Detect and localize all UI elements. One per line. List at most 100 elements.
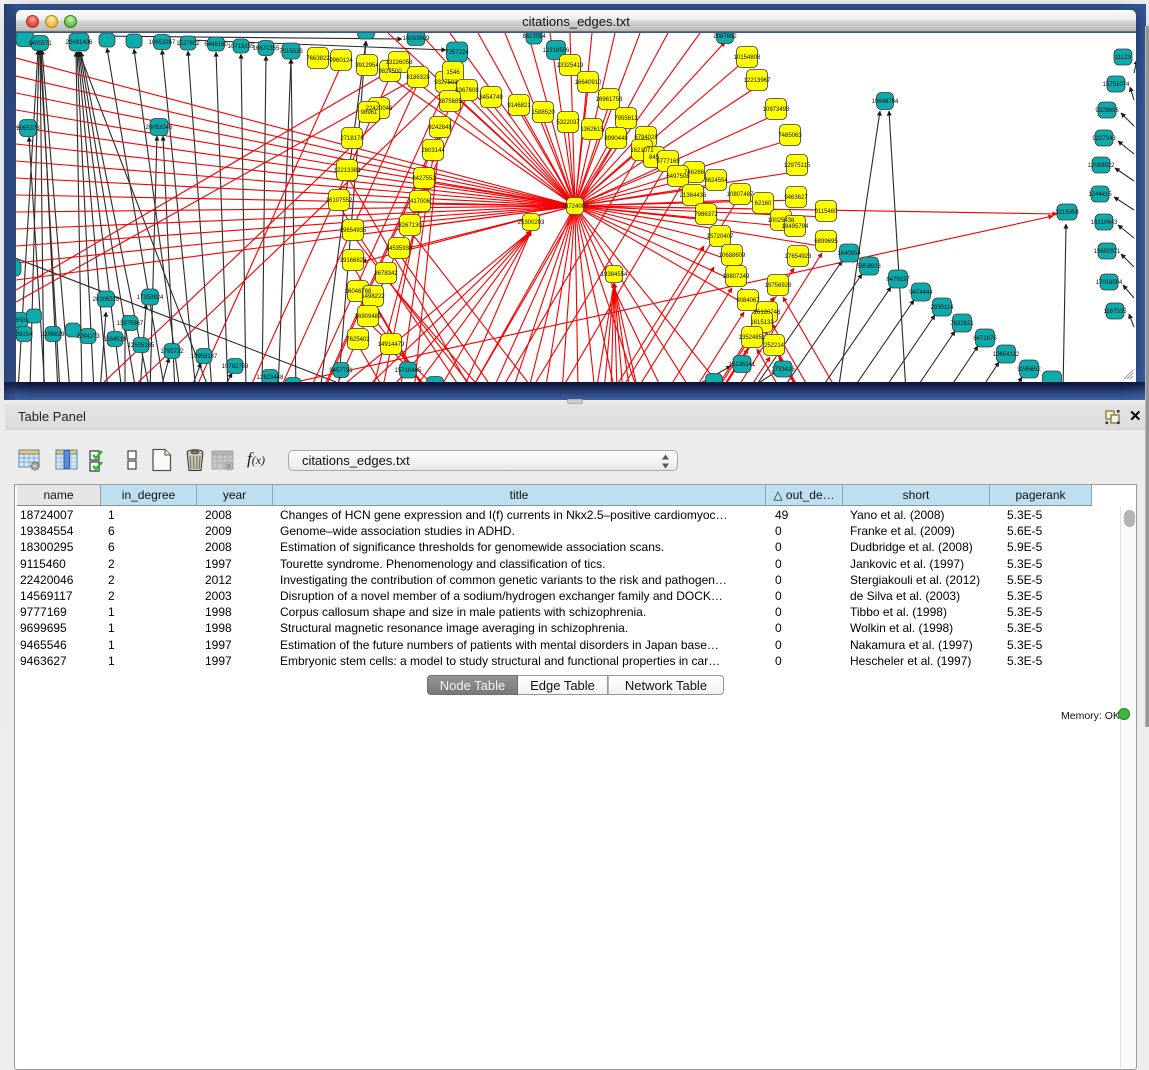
svg-text:17654923: 17654923 — [785, 254, 812, 260]
svg-text:10653267: 10653267 — [149, 40, 176, 46]
svg-text:6899695: 6899695 — [814, 239, 838, 245]
svg-text:39154: 39154 — [16, 332, 33, 338]
svg-text:19384554: 19384554 — [601, 272, 628, 278]
svg-text:19166825: 19166825 — [340, 258, 367, 264]
svg-text:16640910: 16640910 — [575, 80, 602, 86]
svg-text:1405571: 1405571 — [28, 41, 52, 47]
svg-text:98961: 98961 — [361, 110, 378, 116]
svg-text:9777169: 9777169 — [656, 159, 680, 165]
svg-text:2718176: 2718176 — [340, 136, 364, 142]
svg-text:8186328: 8186328 — [406, 75, 430, 81]
svg-text:6466160: 6466160 — [204, 42, 228, 48]
svg-text:1498222: 1498222 — [361, 294, 385, 300]
svg-text:17016504: 17016504 — [1096, 280, 1123, 286]
svg-text:7663822: 7663822 — [306, 56, 330, 62]
svg-text:3875685: 3875685 — [438, 99, 462, 105]
svg-text:1588520: 1588520 — [531, 110, 555, 116]
svg-text:10782759: 10782759 — [222, 364, 249, 370]
svg-text:10654112: 10654112 — [993, 352, 1020, 358]
svg-text:8454749: 8454749 — [479, 95, 503, 101]
svg-text:2055378: 2055378 — [16, 126, 40, 132]
svg-text:1733426: 1733426 — [771, 367, 795, 373]
svg-text:9115460: 9115460 — [815, 209, 839, 215]
svg-text:16120746: 16120746 — [754, 310, 781, 316]
svg-text:1640954: 1640954 — [837, 251, 861, 257]
svg-text:10958187: 10958187 — [191, 354, 218, 360]
svg-text:13524851: 13524851 — [739, 335, 766, 341]
svg-text:16210643: 16210643 — [1091, 220, 1118, 226]
svg-text:17359924: 17359924 — [137, 295, 164, 301]
svg-text:12505185: 12505185 — [128, 343, 155, 349]
svg-text:10719155: 10719155 — [228, 44, 255, 50]
svg-text:8813054: 8813054 — [522, 34, 546, 40]
svg-text:18807249: 18807249 — [723, 274, 750, 280]
svg-text:9146821: 9146821 — [507, 103, 531, 109]
svg-text:9084067: 9084067 — [736, 298, 760, 304]
svg-text:19756928: 19756928 — [765, 283, 792, 289]
svg-text:10973493: 10973493 — [763, 107, 790, 113]
svg-text:10688609: 10688609 — [719, 253, 746, 259]
svg-text:18724007: 18724007 — [562, 204, 589, 210]
svg-text:19654935: 19654935 — [340, 228, 367, 234]
svg-text:252214: 252214 — [764, 343, 785, 349]
svg-text:8427552: 8427552 — [412, 176, 436, 182]
svg-text:14914479: 14914479 — [378, 342, 405, 348]
svg-text:1546: 1546 — [446, 70, 460, 76]
svg-text:20053346: 20053346 — [146, 125, 173, 131]
svg-text:9457791: 9457791 — [329, 368, 353, 374]
svg-text:6794028: 6794028 — [634, 135, 658, 141]
svg-text:13226058: 13226058 — [386, 60, 413, 66]
svg-text:3215958: 3215958 — [1055, 210, 1079, 216]
svg-text:5958923: 5958923 — [857, 264, 881, 270]
svg-text:12213382: 12213382 — [334, 168, 361, 174]
svg-text:15692971: 15692971 — [1094, 249, 1121, 255]
svg-text:15720407: 15720407 — [707, 234, 734, 240]
svg-text:9474444: 9474444 — [909, 290, 933, 296]
svg-text:2935114: 2935114 — [931, 305, 955, 311]
svg-text:7986372: 7986372 — [694, 212, 718, 218]
svg-text:15716485: 15716485 — [395, 368, 422, 374]
svg-text:15751074: 15751074 — [1103, 82, 1130, 88]
svg-text:14535934: 14535934 — [386, 246, 413, 252]
svg-text:7515526: 7515526 — [279, 49, 303, 55]
svg-text:1244415: 1244415 — [1088, 192, 1112, 198]
svg-text:12218506: 12218506 — [543, 48, 570, 54]
svg-text:1795722: 1795722 — [160, 349, 184, 355]
svg-text:2367608: 2367608 — [455, 88, 479, 94]
svg-text:12923448: 12923448 — [257, 375, 284, 381]
svg-text:16909489: 16909489 — [355, 314, 382, 320]
svg-text:3912954: 3912954 — [355, 63, 379, 69]
svg-text:11123: 11123 — [1115, 55, 1131, 61]
svg-text:16961758: 16961758 — [596, 97, 623, 103]
svg-text:13325419: 13325419 — [557, 63, 584, 69]
svg-text:7632621: 7632621 — [950, 321, 974, 327]
svg-text:9329906: 9329906 — [1095, 108, 1119, 114]
svg-text:62160: 62160 — [755, 201, 772, 207]
svg-text:8471676: 8471676 — [973, 336, 997, 342]
svg-text:20691406: 20691406 — [66, 40, 93, 46]
svg-text:25300203: 25300203 — [518, 220, 545, 226]
svg-text:12093822: 12093822 — [1088, 163, 1115, 169]
svg-text:417006: 417006 — [410, 199, 431, 205]
svg-text:1164519: 1164519 — [104, 337, 128, 343]
svg-text:9463627: 9463627 — [784, 195, 808, 201]
svg-text:1621072: 1621072 — [630, 148, 654, 154]
svg-text:5322037: 5322037 — [556, 120, 580, 126]
svg-text:7625402: 7625402 — [346, 337, 370, 343]
svg-text:9227343: 9227343 — [1092, 136, 1116, 142]
svg-text:8678342: 8678342 — [374, 271, 398, 277]
svg-text:8990448: 8990448 — [604, 136, 628, 142]
svg-text:7357224: 7357224 — [445, 50, 469, 56]
svg-text:6497508: 6497508 — [666, 174, 690, 180]
svg-text:10648784: 10648784 — [872, 99, 899, 105]
svg-text:6479197: 6479197 — [886, 277, 910, 283]
svg-text:3267130: 3267130 — [398, 223, 422, 229]
svg-text:16107552: 16107552 — [326, 198, 353, 204]
svg-text:7955812: 7955812 — [614, 116, 638, 122]
svg-text:3624554: 3624554 — [704, 178, 728, 184]
svg-text:1527602: 1527602 — [176, 41, 200, 47]
svg-text:16033809: 16033809 — [403, 36, 430, 42]
svg-text:18501: 18501 — [16, 318, 29, 324]
svg-text:2087682: 2087682 — [713, 34, 737, 40]
svg-text:18495794: 18495794 — [782, 224, 809, 230]
